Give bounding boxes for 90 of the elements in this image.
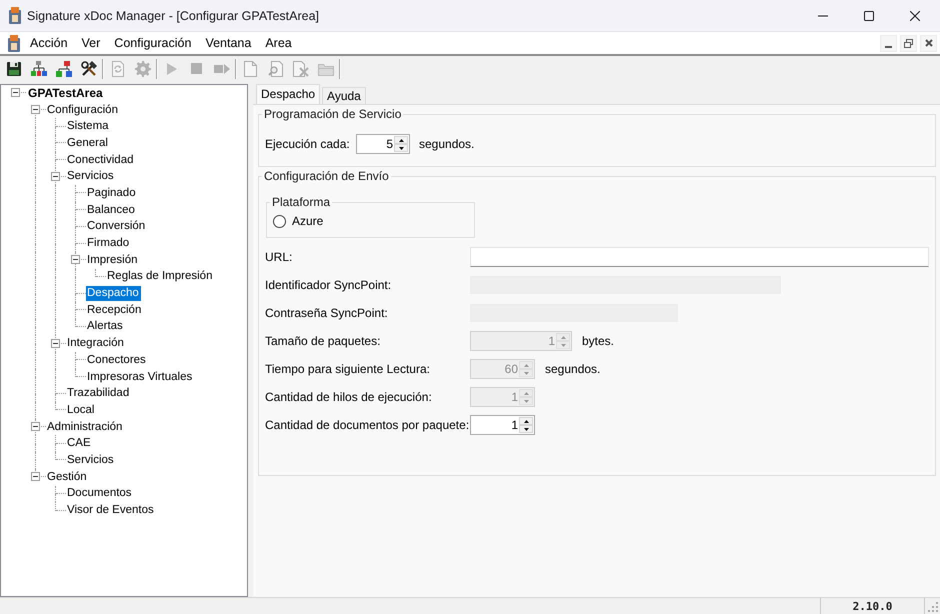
unit-label: segundos. <box>545 362 600 376</box>
tree-item[interactable]: CAE <box>66 436 93 452</box>
tree-item[interactable]: Conectores <box>86 352 148 368</box>
tree-item[interactable]: Servicios <box>66 169 116 184</box>
number-field[interactable]: 1 <box>470 415 535 435</box>
minus-box-icon[interactable] <box>11 88 20 98</box>
field-label: Tiempo para siguiente Lectura: <box>265 362 431 376</box>
minus-box-icon[interactable] <box>31 422 40 432</box>
field-label: Cantidad de documentos por paquete: <box>265 418 470 432</box>
tools-icon[interactable] <box>80 60 96 76</box>
tree-item[interactable]: Documentos <box>66 486 134 502</box>
tree-item[interactable]: Integración <box>66 336 126 352</box>
menu-item[interactable]: Configuración <box>107 34 198 52</box>
spin-up-button[interactable] <box>394 136 408 144</box>
close-icon <box>924 39 932 47</box>
spin-down-button[interactable] <box>394 144 408 152</box>
restore-icon <box>904 38 913 48</box>
save-icon[interactable] <box>6 60 22 76</box>
hierarchy-icon[interactable] <box>56 60 72 76</box>
maximize-icon[interactable] <box>864 10 874 20</box>
up-caret-icon <box>524 364 528 366</box>
menu-item[interactable]: Acción <box>23 34 75 52</box>
minus-box-icon[interactable] <box>51 172 60 181</box>
group-title: Programación de Servicio <box>263 107 402 122</box>
field-label: Identificador SyncPoint: <box>265 278 392 292</box>
group-title: Configuración de Envío <box>263 169 390 184</box>
app-icon[interactable] <box>7 34 21 52</box>
down-caret-icon <box>560 344 566 346</box>
up-caret-icon <box>524 420 528 422</box>
restore-button[interactable] <box>900 34 917 52</box>
down-caret-icon <box>524 428 528 430</box>
tree-item[interactable]: Conversión <box>86 219 148 234</box>
down-caret-icon <box>524 372 528 374</box>
minus-box-icon[interactable] <box>31 472 40 482</box>
tree-item[interactable]: Recepción <box>86 302 144 318</box>
up-caret-icon <box>398 138 404 142</box>
tree-item[interactable]: GPATestArea <box>27 86 105 101</box>
tree-item[interactable]: Balanceo <box>86 202 137 218</box>
tree-item[interactable]: Paginado <box>86 186 138 201</box>
minus-box-icon[interactable] <box>51 338 60 348</box>
tree-item[interactable]: Impresoras Virtuales <box>86 370 194 385</box>
spin-down-button[interactable] <box>519 425 533 433</box>
minimize-icon <box>885 46 892 48</box>
group-title: Plataforma <box>271 195 332 210</box>
hierarchy-icon[interactable] <box>30 60 46 76</box>
down-caret-icon <box>524 400 528 402</box>
up-caret-icon <box>560 336 566 338</box>
tab[interactable]: Despacho <box>256 84 320 104</box>
tree-item[interactable]: Alertas <box>86 319 125 334</box>
menu-item[interactable]: Ver <box>74 34 108 52</box>
radio-option[interactable]: Azure <box>273 213 468 229</box>
tree-item[interactable]: Sistema <box>66 119 111 134</box>
tree-item[interactable]: Trazabilidad <box>66 386 132 402</box>
unit-label: segundos. <box>419 137 474 151</box>
tree-item[interactable]: General <box>66 136 110 151</box>
minimize-button[interactable] <box>880 34 897 52</box>
field-label: Contraseña SyncPoint: <box>265 306 389 320</box>
close-icon[interactable] <box>910 10 920 20</box>
close-button[interactable] <box>920 34 937 52</box>
menu-item[interactable]: Area <box>258 34 299 52</box>
down-caret-icon <box>398 146 404 150</box>
tree-item[interactable]: Visor de Eventos <box>66 503 156 518</box>
window-title: Signature xDoc Manager - [Configurar GPATestArea] <box>27 8 320 22</box>
tree-item[interactable]: Reglas de Impresión <box>106 269 214 284</box>
tree-item[interactable]: Despacho <box>86 286 141 302</box>
minus-box-icon[interactable] <box>71 255 80 264</box>
field-label: URL: <box>265 250 294 264</box>
up-caret-icon <box>524 392 528 394</box>
tree-item[interactable]: Local <box>66 402 96 418</box>
app-icon <box>8 7 22 24</box>
tree-item[interactable]: Administración <box>46 420 124 435</box>
unit-label: bytes. <box>582 334 614 348</box>
version-label: 2.10.0 <box>852 600 892 612</box>
tree-item[interactable]: Gestión <box>46 470 89 485</box>
minimize-icon[interactable] <box>818 14 828 16</box>
number-field[interactable]: 5 <box>356 134 410 154</box>
text-field[interactable] <box>470 247 929 267</box>
tree-item[interactable]: Servicios <box>66 452 116 468</box>
field-label: Ejecución cada: <box>265 137 351 151</box>
menu-item[interactable]: Ventana <box>198 34 258 52</box>
tree-item[interactable]: Conectividad <box>66 152 136 168</box>
tree-item[interactable]: Impresión <box>86 252 140 268</box>
minus-box-icon[interactable] <box>31 105 40 114</box>
field-label: Cantidad de hilos de ejecución: <box>265 390 433 404</box>
tree-item[interactable]: Firmado <box>86 236 132 252</box>
tree-item[interactable]: Configuración <box>46 102 120 118</box>
resize-grip-icon[interactable] <box>928 602 938 612</box>
spin-up-button[interactable] <box>519 417 533 425</box>
tab[interactable]: Ayuda <box>322 87 366 104</box>
field-label: Tamaño de paquetes: <box>265 334 382 348</box>
